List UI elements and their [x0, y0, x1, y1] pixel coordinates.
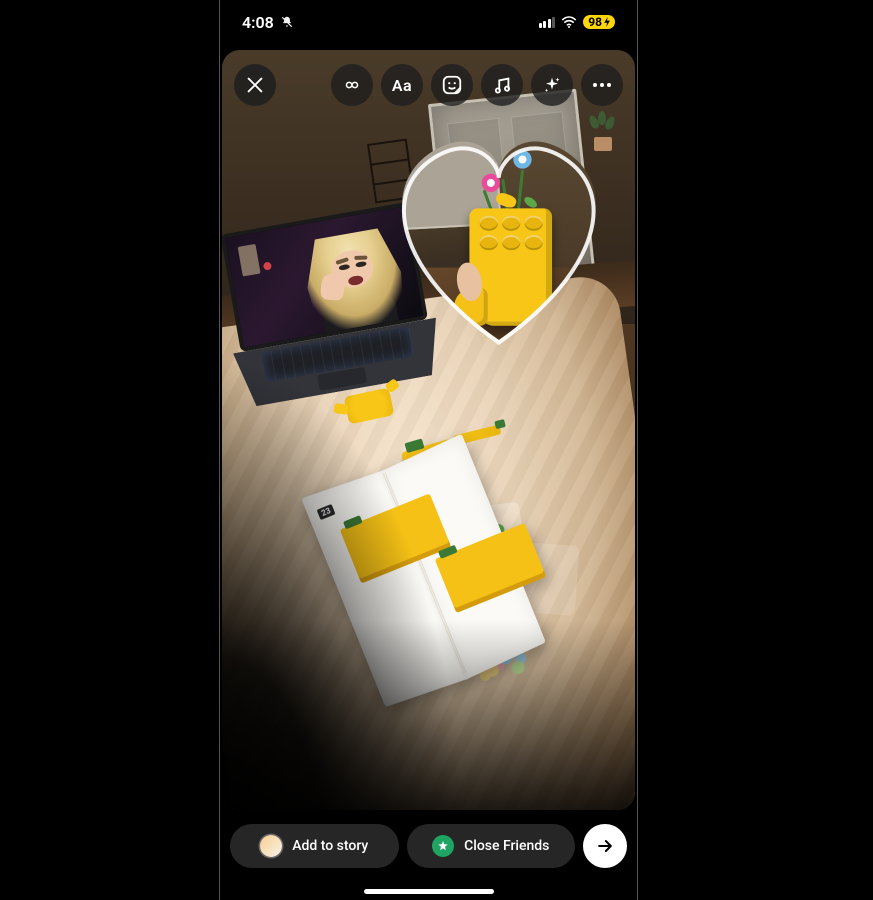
close-friends-label: Close Friends	[464, 838, 549, 854]
silent-mode-icon	[280, 15, 294, 29]
boomerang-button[interactable]	[331, 64, 373, 106]
phone-frame: 4:08 98	[219, 0, 638, 900]
add-to-story-button[interactable]: Add to story	[230, 824, 399, 868]
wifi-icon	[561, 16, 577, 28]
status-time: 4:08	[242, 13, 274, 32]
close-friends-icon	[432, 835, 454, 857]
sticker-icon	[441, 74, 463, 96]
sticker-button[interactable]	[431, 64, 473, 106]
heart-photo-sticker[interactable]	[379, 118, 619, 358]
story-preview-canvas[interactable]: 23	[222, 50, 635, 810]
charging-icon	[603, 17, 611, 27]
add-to-story-label: Add to story	[292, 838, 368, 854]
text-tool-label: Aa	[392, 76, 412, 95]
battery-indicator: 98	[583, 15, 615, 29]
home-indicator[interactable]	[364, 889, 494, 894]
battery-percent: 98	[588, 16, 602, 28]
text-tool-button[interactable]: Aa	[381, 64, 423, 106]
send-button[interactable]	[583, 824, 627, 868]
effects-button[interactable]	[531, 64, 573, 106]
heart-outline-icon	[379, 118, 619, 358]
cell-signal-icon	[539, 17, 556, 28]
music-icon	[491, 74, 513, 96]
close-button[interactable]	[234, 64, 276, 106]
close-icon	[244, 74, 266, 96]
infinity-icon	[341, 74, 363, 96]
arrow-right-icon	[595, 836, 615, 856]
music-button[interactable]	[481, 64, 523, 106]
story-editor-toolbar: Aa	[234, 62, 623, 108]
share-row: Add to story Close Friends	[230, 822, 627, 870]
sparkle-icon	[541, 74, 563, 96]
status-bar: 4:08 98	[220, 0, 637, 44]
close-friends-button[interactable]: Close Friends	[407, 824, 576, 868]
more-options-button[interactable]	[581, 64, 623, 106]
more-icon	[593, 83, 611, 87]
photo-vignette	[222, 620, 635, 810]
your-story-avatar-icon	[260, 835, 282, 857]
